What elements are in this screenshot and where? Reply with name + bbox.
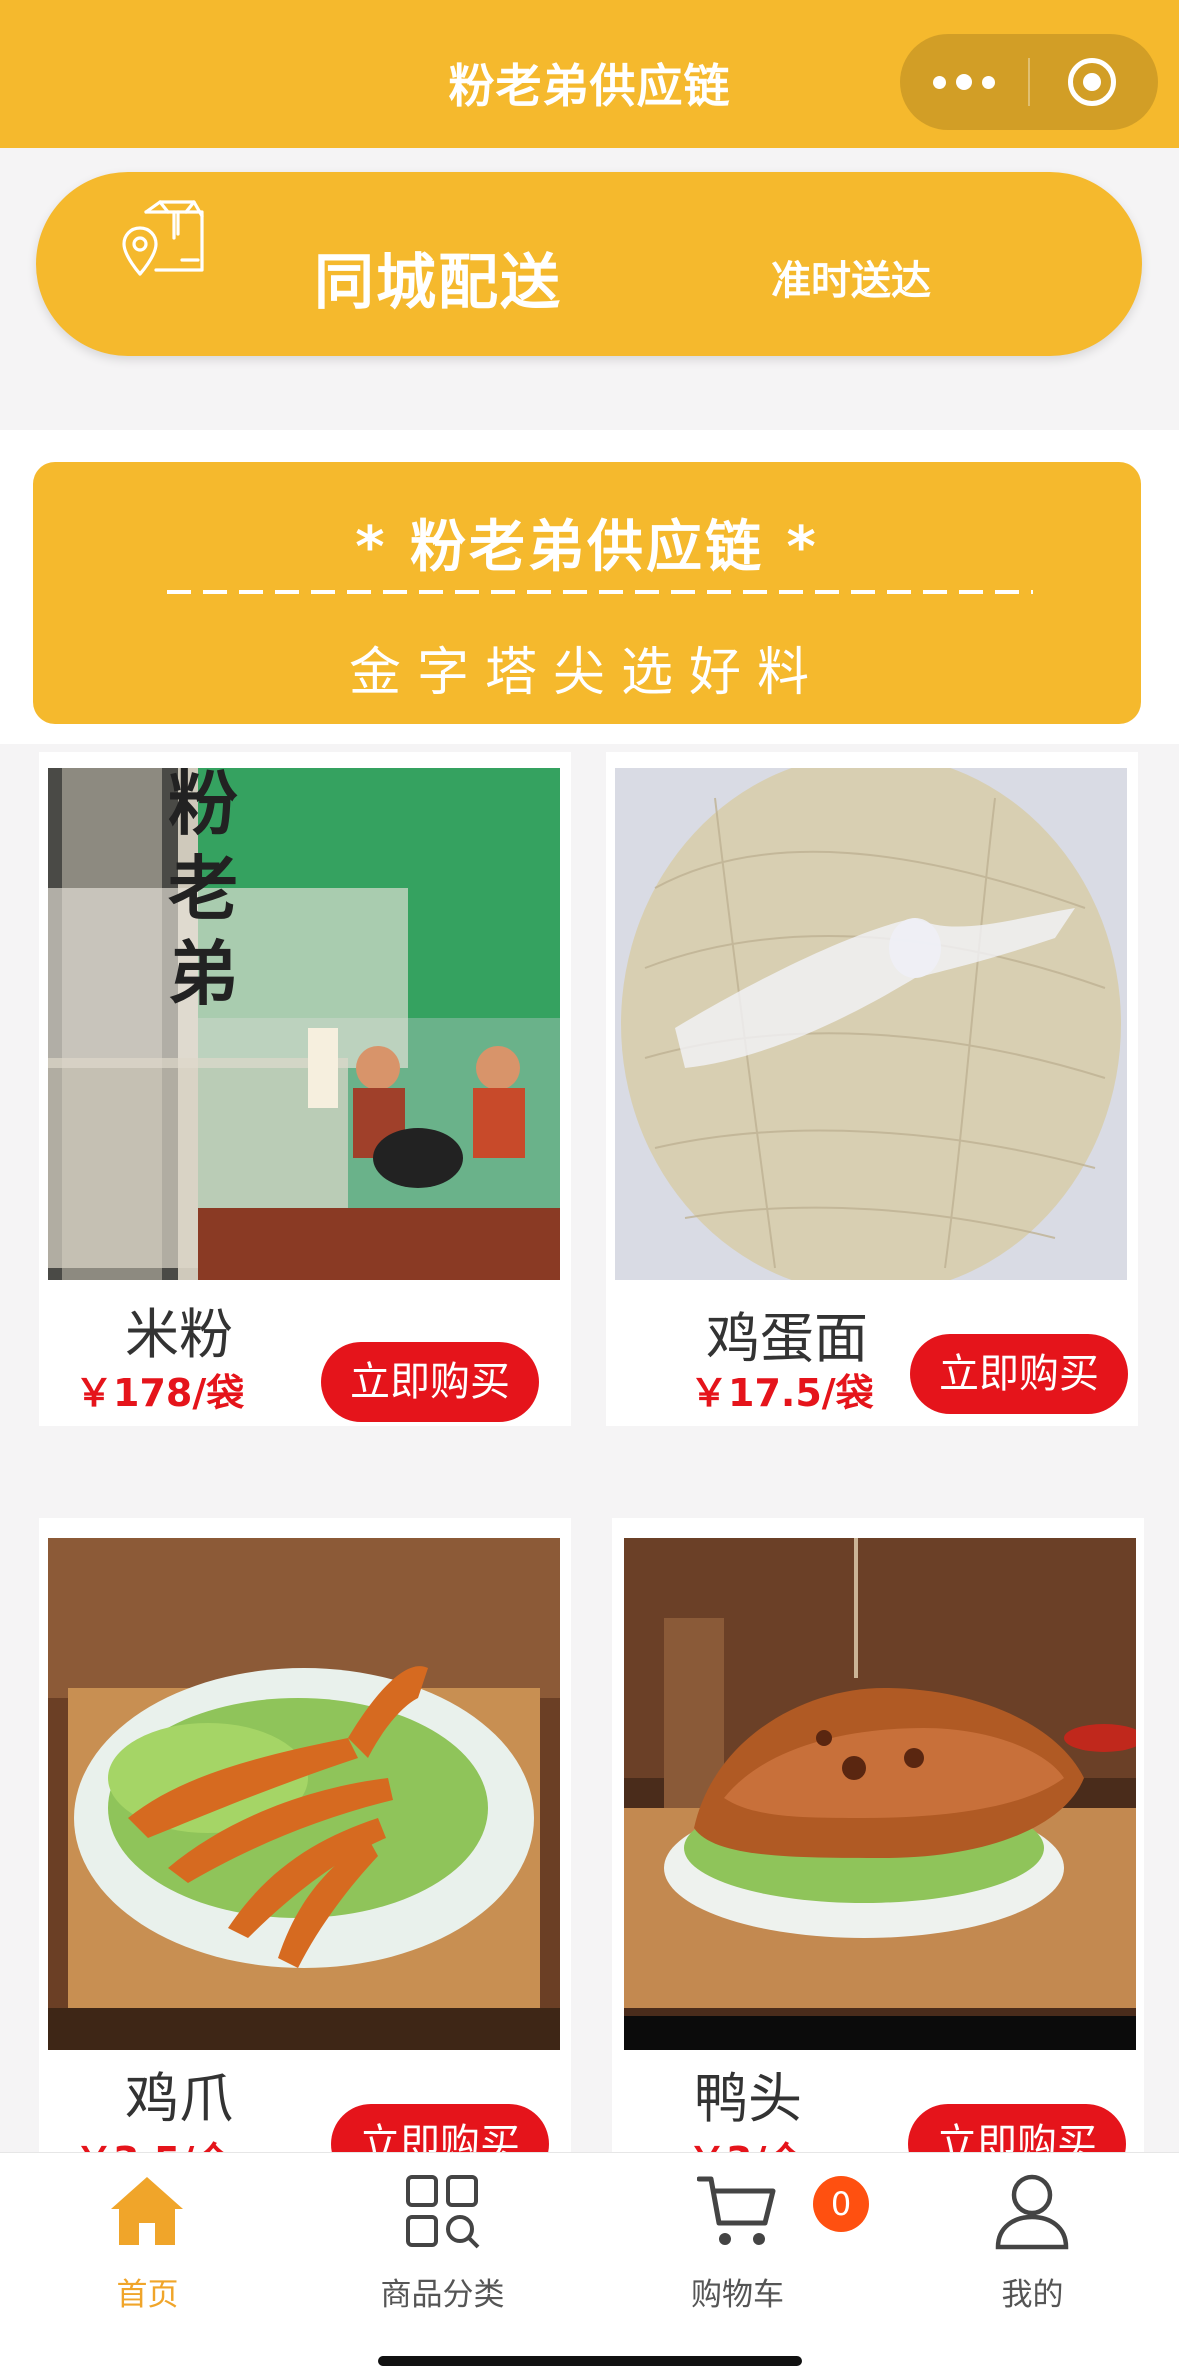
product-image-duck-head[interactable] <box>624 1538 1136 2050</box>
tab-label: 我的 <box>1001 2277 1064 2313</box>
mini-program-capsule <box>900 34 1158 130</box>
tab-category[interactable]: 商品分类 <box>295 2153 590 2343</box>
profile-icon <box>995 2174 1069 2250</box>
product-card-egg-noodles[interactable]: 鸡蛋面 ￥17.5/袋 立即购买 <box>606 752 1138 1426</box>
category-grid-icon <box>406 2175 480 2249</box>
slogan-subtitle: 金字塔尖选好料 <box>348 643 825 703</box>
product-image-egg-noodles[interactable] <box>615 768 1127 1280</box>
product-name: 鸭头 <box>694 2067 802 2130</box>
product-card-chicken-feet[interactable]: 鸡爪 ￥3.5/个 立即购买 <box>39 1518 571 2184</box>
delivery-subtitle: 准时送达 <box>771 258 931 304</box>
bottom-tab-bar: 首页 商品分类 购物车 我的 <box>0 2152 1179 2374</box>
home-icon <box>111 2177 183 2245</box>
cart-count-badge: 0 <box>813 2176 869 2232</box>
delivery-title: 同城配送 <box>314 248 562 318</box>
product-name: 鸡爪 <box>125 2067 233 2130</box>
tab-profile[interactable]: 我的 <box>885 2153 1179 2343</box>
product-price: ￥178/袋 <box>75 1371 245 1415</box>
tab-label: 商品分类 <box>380 2277 505 2313</box>
svg-text:老: 老 <box>168 847 238 930</box>
buy-now-button[interactable]: 立即购买 <box>910 1334 1128 1414</box>
capsule-divider <box>1028 58 1030 106</box>
delivery-box-location-icon <box>122 200 204 276</box>
product-card-rice-noodle[interactable]: 粉 老 弟 米粉 ￥178/袋 立即购买 <box>39 752 571 1426</box>
slogan-divider <box>167 590 1033 594</box>
product-name: 米粉 <box>125 1303 233 1366</box>
product-image-chicken-feet[interactable] <box>48 1538 560 2050</box>
tab-home[interactable]: 首页 <box>0 2153 295 2343</box>
svg-text:弟: 弟 <box>168 932 238 1015</box>
cart-icon <box>697 2176 776 2245</box>
svg-text:粉: 粉 <box>168 768 238 845</box>
slogan-title: * 粉老弟供应链 * <box>355 515 819 580</box>
more-dots-icon[interactable] <box>900 34 1028 130</box>
target-close-icon[interactable] <box>1068 58 1116 106</box>
product-price: ￥17.5/袋 <box>690 1371 874 1415</box>
buy-now-button[interactable]: 立即购买 <box>321 1342 539 1422</box>
delivery-banner[interactable]: 同城配送 准时送达 <box>36 172 1142 356</box>
top-navbar: 粉老弟供应链 <box>0 0 1179 148</box>
tab-label: 购物车 <box>691 2277 784 2313</box>
product-image-rice-noodle[interactable]: 粉 老 弟 <box>48 768 560 1280</box>
tab-label: 首页 <box>116 2277 179 2313</box>
slogan-card: * 粉老弟供应链 * 金字塔尖选好料 <box>33 462 1141 724</box>
product-card-duck-head[interactable]: 鸭头 ￥3/个 立即购买 <box>612 1518 1144 2184</box>
home-indicator <box>378 2356 802 2366</box>
